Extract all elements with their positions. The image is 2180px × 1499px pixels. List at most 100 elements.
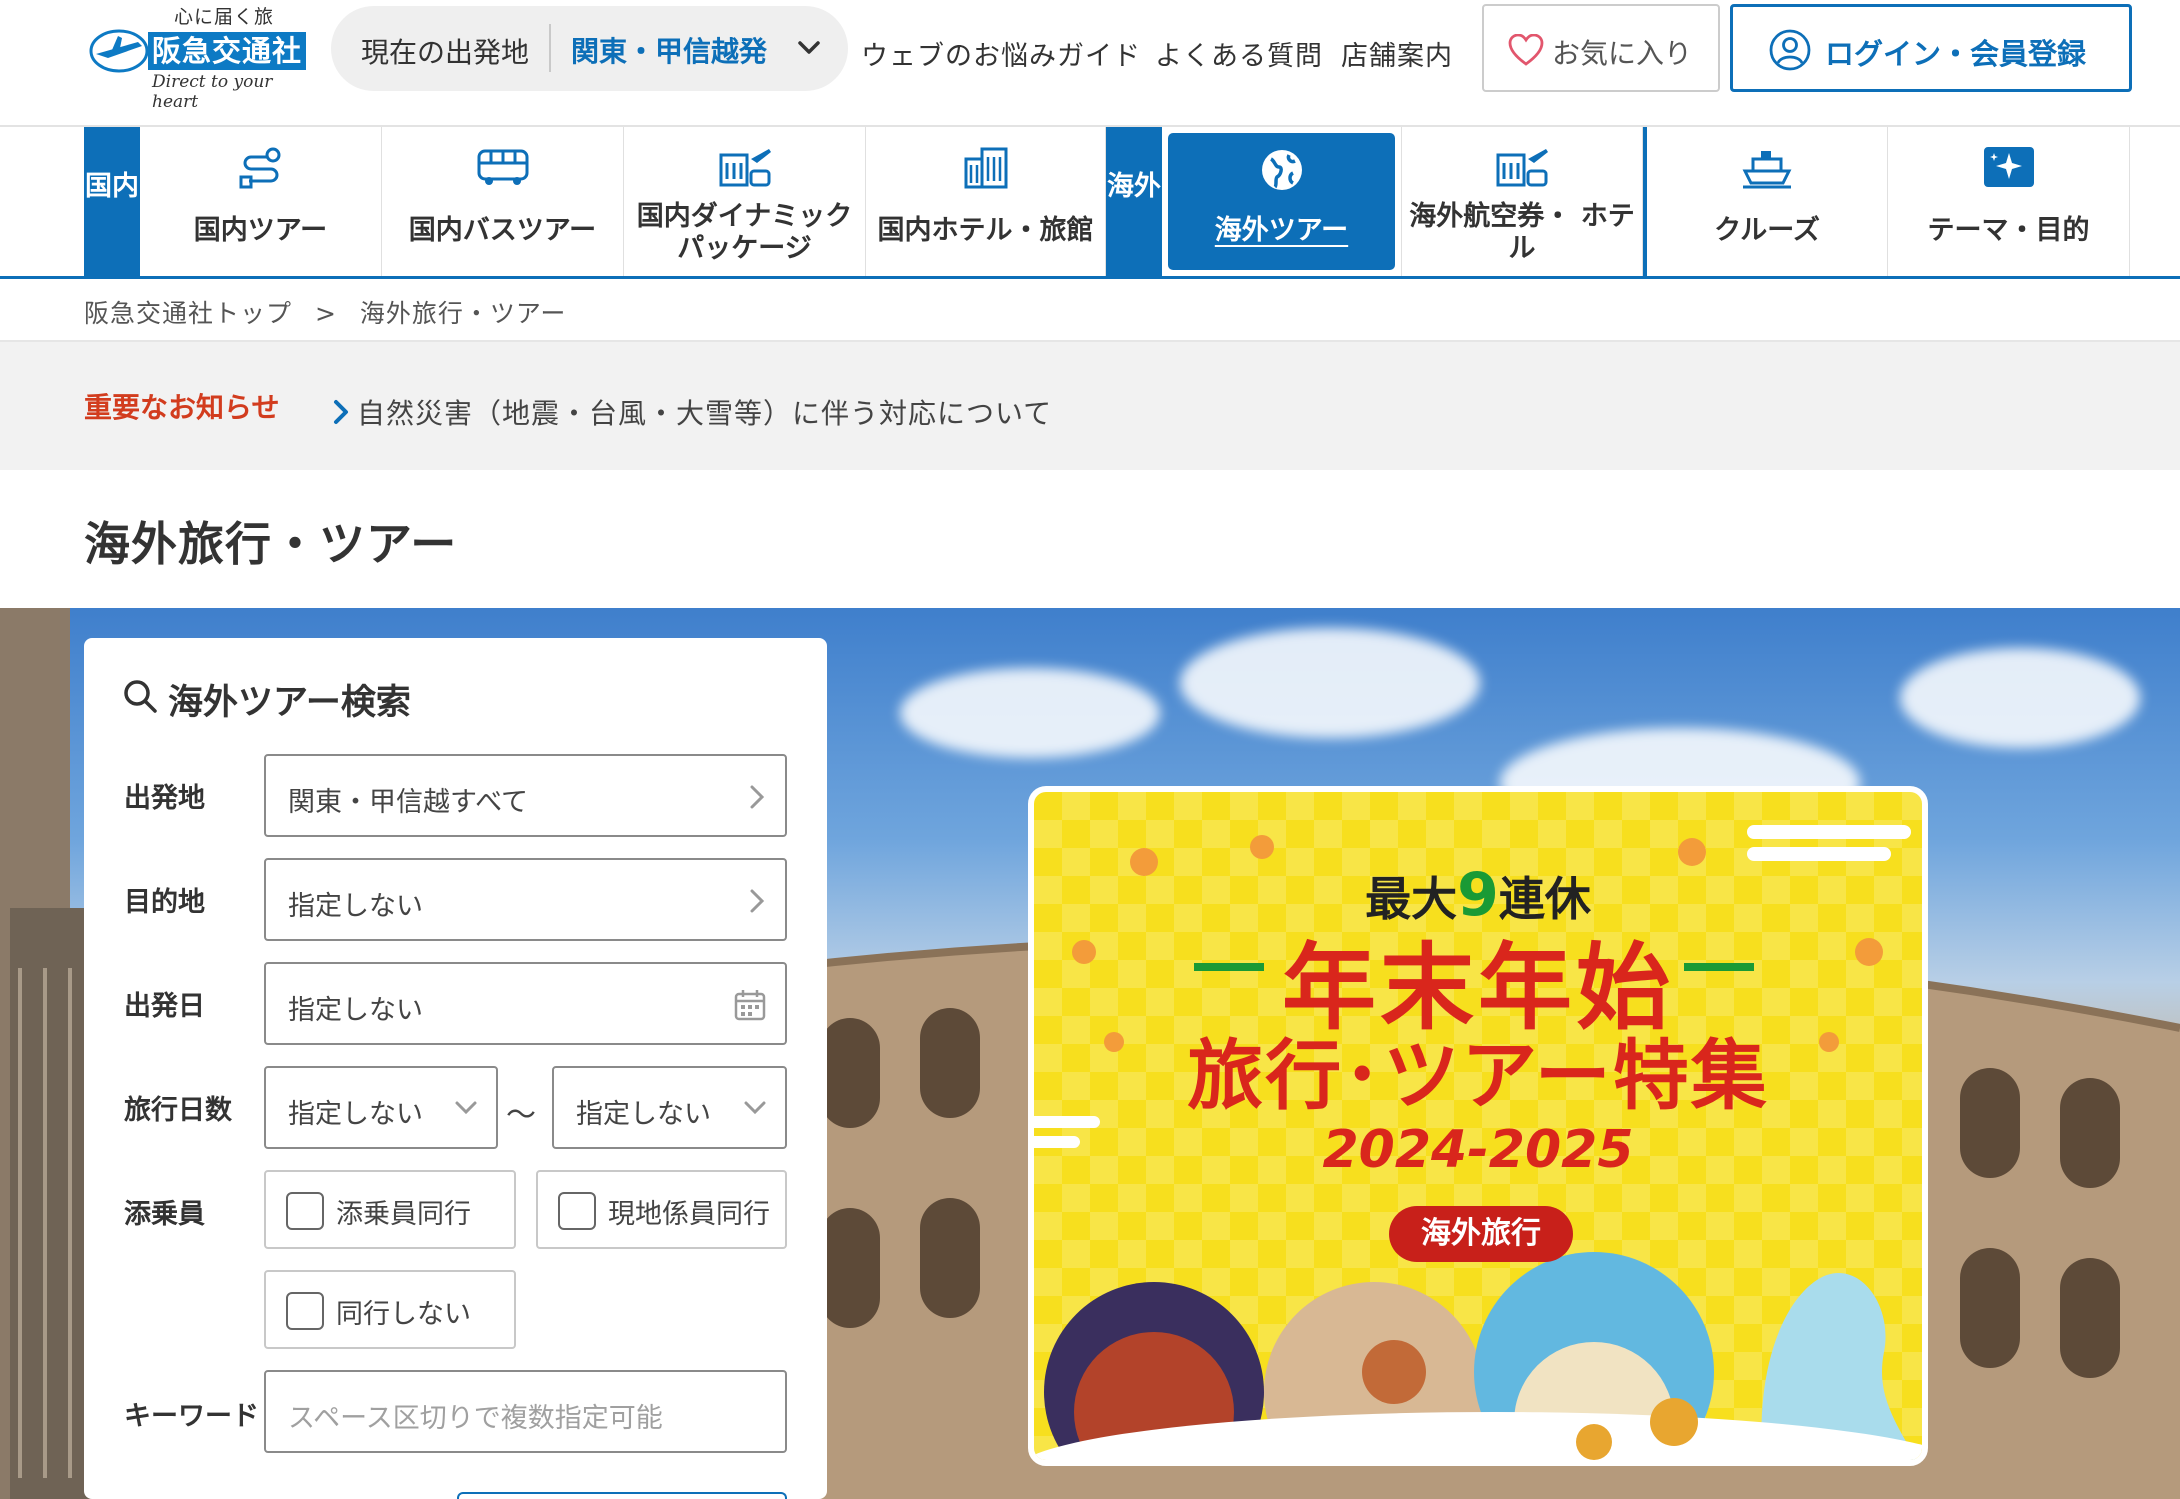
favorites-button[interactable]: お気に入り (1482, 4, 1720, 92)
overseas-travel-badge: 海外旅行 (1389, 1206, 1573, 1262)
calendar-icon (734, 990, 766, 1021)
banner-subheadline: 旅行･ツアー特集 (1187, 1031, 1769, 1120)
chevron-down-icon (744, 1101, 766, 1115)
days-field-label: 旅行日数 (124, 1095, 232, 1126)
no-conductor-checkbox[interactable]: 同行しない (264, 1270, 516, 1349)
destination-field[interactable]: 指定しない (264, 858, 787, 941)
checkbox-box (286, 1292, 324, 1330)
logo-tagline: 心に届く旅 (174, 6, 275, 28)
store-info-link[interactable]: 店舗案内 (1341, 34, 1453, 73)
departure-field[interactable]: 関東・甲信越すべて (264, 754, 787, 837)
days-to-value: 指定しない (576, 1099, 711, 1130)
page-title: 海外旅行・ツアー (84, 517, 458, 571)
local-staff-checkbox[interactable]: 現地係員同行 (536, 1170, 787, 1249)
nav-label: 海外ツアー (1214, 215, 1349, 246)
login-register-button[interactable]: ログイン・会員登録 (1730, 4, 2132, 92)
departure-selector[interactable]: 現在の出発地 関東・甲信越発 (331, 6, 848, 91)
destination-field-label: 目的地 (124, 887, 205, 918)
checkbox-box (286, 1192, 324, 1230)
site-logo[interactable]: 心に届く旅 阪急交通社 Direct to your heart (88, 2, 308, 112)
nav-label: 国内ダイナミック パッケージ (636, 201, 853, 264)
nav-domestic-tour[interactable]: 国内ツアー (140, 127, 382, 276)
cloud (1900, 648, 2140, 748)
nav-label: 国内ツアー (193, 215, 328, 246)
checkbox-label: 添乗員同行 (336, 1199, 471, 1230)
category-nav: 国内 国内ツアー 国内バスツアー 国内ダイナミック パッケージ 国内ホテル・旅館… (0, 127, 2180, 279)
search-panel-title: 海外ツアー検索 (168, 683, 411, 723)
checkbox-label: 現地係員同行 (608, 1199, 770, 1230)
banner-years: 2024-2025 (1322, 1120, 1634, 1180)
checkbox-label: 同行しない (336, 1299, 471, 1330)
breadcrumb-separator: > (314, 299, 337, 328)
nav-label: クルーズ (1714, 215, 1820, 246)
nav-overseas-air-hotel[interactable]: 海外航空券・ ホテル (1402, 127, 1643, 276)
keyword-field-label: キーワード (124, 1401, 259, 1432)
building-icon (964, 147, 1007, 189)
departure-field-label: 出発地 (124, 783, 205, 814)
overseas-tour-search-panel: 海外ツアー検索 出発地 関東・甲信越すべて 目的地 指定しない 出発日 指定しな… (84, 638, 827, 1499)
hotel-plane-icon (719, 149, 771, 187)
login-register-label: ログイン・会員登録 (1825, 37, 2087, 71)
days-from-value: 指定しない (288, 1099, 423, 1130)
nav-theme-purpose[interactable]: テーマ・目的 (1888, 127, 2130, 276)
search-icon (124, 680, 157, 713)
keyword-input[interactable]: スペース区切りで複数指定可能 (264, 1370, 787, 1453)
conductor-field-label: 添乗員 (124, 1199, 205, 1230)
web-guide-link[interactable]: ウェブのお悩みガイド (861, 34, 1141, 73)
plane-logo-icon (89, 29, 149, 73)
chevron-right-icon (750, 889, 765, 913)
chevron-right-icon (750, 785, 765, 809)
nav-domestic-bus-tour[interactable]: 国内バスツアー (382, 127, 624, 276)
date-field-label: 出発日 (124, 991, 205, 1022)
route-icon (239, 147, 280, 189)
bus-icon (477, 149, 528, 185)
destination-field-value: 指定しない (288, 891, 423, 922)
heart-icon (1508, 34, 1544, 66)
nav-overseas-tour[interactable]: 海外ツアー (1162, 127, 1402, 276)
nav-domestic-hotel[interactable]: 国内ホテル・旅館 (866, 127, 1106, 276)
conductor-accompanied-checkbox[interactable]: 添乗員同行 (264, 1170, 516, 1249)
hotel-plane-icon (1496, 149, 1548, 187)
nav-label: 国内バスツアー (408, 215, 597, 246)
chevron-down-icon (455, 1101, 477, 1115)
checkbox-box (558, 1192, 596, 1230)
overseas-group-tag: 海外 (1106, 127, 1162, 276)
globe-icon (1261, 150, 1302, 190)
ship-icon (1742, 151, 1792, 189)
keyword-placeholder: スペース区切りで複数指定可能 (288, 1403, 663, 1434)
departure-value: 関東・甲信越発 (571, 35, 768, 68)
days-range-separator: 〜 (506, 1098, 536, 1133)
departure-date-field[interactable]: 指定しない (264, 962, 787, 1045)
nav-cruise[interactable]: クルーズ (1647, 127, 1888, 276)
departure-label: 現在の出発地 (361, 36, 530, 69)
nav-label: 国内ホテル・旅館 (877, 215, 1094, 246)
site-header: 心に届く旅 阪急交通社 Direct to your heart 現在の出発地 … (0, 0, 2180, 127)
departure-field-value: 関東・甲信越すべて (288, 787, 529, 818)
notice-title: 重要なお知らせ (84, 391, 280, 424)
domestic-group-tag: 国内 (84, 127, 140, 276)
cloud (1180, 628, 1480, 738)
important-notice-bar: 重要なお知らせ 自然災害（地震・台風・大雪等）に伴う対応について (0, 342, 2180, 470)
nav-label: 海外航空券・ ホテル (1409, 201, 1635, 264)
chevron-down-icon (798, 41, 820, 54)
breadcrumb: 阪急交通社トップ > 海外旅行・ツアー (84, 294, 580, 330)
breadcrumb-home-link[interactable]: 阪急交通社トップ (84, 299, 292, 328)
nav-label: テーマ・目的 (1927, 215, 2090, 246)
search-button[interactable] (457, 1492, 787, 1499)
chevron-right-icon (334, 400, 348, 424)
cloud (900, 668, 1160, 758)
nav-domestic-dynamic-package[interactable]: 国内ダイナミック パッケージ (624, 127, 866, 276)
new-year-promo-banner[interactable]: 最大9連休 年末年始 旅行･ツアー特集 2024-2025 海外旅行 (1028, 786, 1928, 1466)
logo-wordmark: 阪急交通社 (148, 32, 306, 70)
sparkle-icon (1983, 147, 2034, 187)
user-icon (1769, 29, 1811, 71)
faq-link[interactable]: よくある質問 (1155, 34, 1323, 73)
date-field-value: 指定しない (288, 995, 423, 1026)
notice-link[interactable]: 自然災害（地震・台風・大雪等）に伴う対応について (357, 392, 1052, 432)
days-from-select[interactable]: 指定しない (264, 1066, 498, 1149)
days-to-select[interactable]: 指定しない (552, 1066, 787, 1149)
favorites-label: お気に入り (1552, 37, 1693, 70)
logo-subline: Direct to your heart (152, 72, 273, 112)
departure-divider (549, 24, 551, 72)
breadcrumb-current: 海外旅行・ツアー (359, 299, 567, 328)
